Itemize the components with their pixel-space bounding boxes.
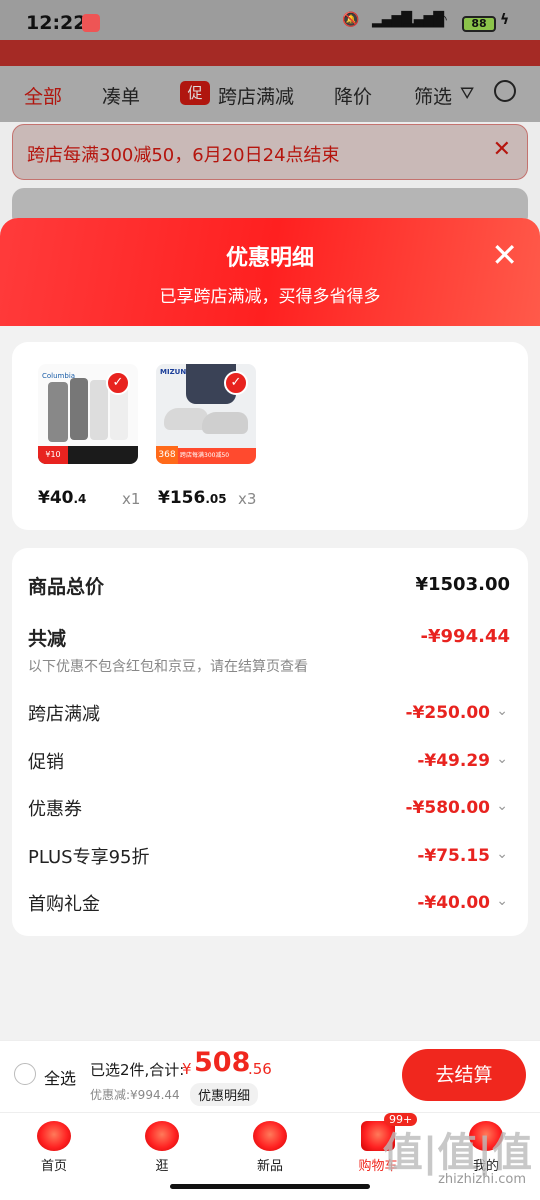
select-all-label[interactable]: 全选: [44, 1065, 76, 1089]
watermark-url: zhizhizhi.com: [438, 1172, 526, 1187]
chevron-down-icon[interactable]: ⌄: [496, 893, 508, 909]
sock-image: [48, 382, 68, 442]
price-int: ¥156: [158, 488, 206, 508]
discount-detail-button[interactable]: 优惠明细: [190, 1083, 259, 1106]
promo-text: 跨店每满300减50，6月20日24点结束: [27, 145, 340, 166]
tab-new[interactable]: 新品: [216, 1113, 324, 1185]
total-decimal: .56: [248, 1060, 272, 1078]
tab-home[interactable]: 首页: [0, 1113, 108, 1185]
promo-banner: 跨店每满300减50，6月20日24点结束 ✕: [12, 124, 528, 180]
price-int: ¥40: [38, 488, 74, 508]
discount-item-value[interactable]: -¥580.00: [406, 798, 491, 818]
chevron-down-icon[interactable]: ⌄: [496, 798, 508, 814]
discount-item-value[interactable]: -¥49.29: [417, 751, 490, 771]
discount-item-value[interactable]: -¥40.00: [417, 893, 490, 913]
selected-check-icon[interactable]: ✓: [224, 371, 248, 395]
discount-item-label: 优惠券: [28, 799, 82, 820]
price-dec: .05: [205, 492, 227, 506]
price-dec: .4: [73, 492, 87, 506]
total-label: 商品总价: [28, 576, 105, 598]
tab-label: 首页: [40, 1159, 67, 1174]
tab-cross-store[interactable]: 跨店满减: [218, 82, 294, 109]
status-time: 12:22: [26, 12, 87, 34]
tab-all[interactable]: 全部: [24, 82, 62, 109]
selected-summary: 已选2件,合计:: [90, 1061, 185, 1079]
wifi-icon: ◠: [436, 12, 447, 28]
product-list: Columbia ¥10 ✓ ¥40.4 x1 MIZUNO 368 跨店每满3…: [12, 342, 528, 530]
discount-item-label: 促销: [28, 752, 64, 773]
discount-item-label: PLUS专享95折: [28, 847, 150, 868]
price-tag: 368: [156, 446, 178, 464]
tab-price-drop[interactable]: 降价: [334, 82, 372, 109]
sheet-subtitle: 已享跨店满减，买得多省得多: [159, 287, 381, 307]
header-strip: [0, 40, 540, 66]
sheet-title: 优惠明细: [225, 246, 314, 271]
price-tag: ¥10: [38, 446, 68, 464]
discount-item-value[interactable]: -¥250.00: [406, 703, 491, 723]
tab-combine[interactable]: 凑单: [102, 82, 140, 109]
product-qty: x3: [238, 490, 257, 508]
checkout-button[interactable]: 去结算: [402, 1049, 526, 1101]
close-icon[interactable]: ✕: [493, 137, 511, 162]
new-icon: [253, 1121, 287, 1151]
discount-detail-sheet: 优惠明细 已享跨店满减，买得多省得多 ✕ Columbia ¥10 ✓ ¥40.…: [0, 218, 540, 1048]
chevron-down-icon[interactable]: ⌄: [496, 751, 508, 767]
browse-icon: [145, 1121, 179, 1151]
watermark: 值|值|值: [382, 1130, 532, 1176]
select-all-radio[interactable]: [14, 1063, 36, 1085]
battery-icon: 88: [462, 16, 496, 32]
product-price: ¥156.05: [158, 488, 227, 508]
shoe-image: [202, 412, 248, 434]
discount-note: 以下优惠不包含红包和京豆，请在结算页查看: [28, 659, 308, 675]
currency-symbol: ¥: [182, 1060, 192, 1078]
mute-icon: 🔕: [342, 12, 360, 28]
search-icon[interactable]: [494, 80, 516, 102]
product-price: ¥40.4: [38, 488, 86, 508]
app-notification-icon: [82, 14, 100, 32]
product-qty: x1: [122, 490, 141, 508]
tab-label: 逛: [155, 1159, 169, 1174]
tab-filter[interactable]: 筛选: [414, 82, 452, 109]
chevron-down-icon[interactable]: ⌄: [496, 703, 508, 719]
sheet-header: 优惠明细 已享跨店满减，买得多省得多 ✕: [0, 218, 540, 326]
discount-item-label: 首购礼金: [28, 894, 100, 915]
filter-icon[interactable]: ⛛: [460, 84, 474, 104]
sock-image: [90, 380, 108, 440]
home-icon: [37, 1121, 71, 1151]
tab-label: 新品: [256, 1159, 283, 1174]
charging-icon: ϟ: [500, 12, 510, 28]
close-icon[interactable]: ✕: [491, 236, 518, 274]
discount-value: -¥994.44: [420, 626, 510, 647]
checkout-bar: 全选 已选2件,合计: ¥ 508 .56 优惠减:¥994.44 优惠明细 去…: [0, 1040, 540, 1112]
sock-image: [70, 378, 88, 440]
discount-label: 共减: [28, 628, 67, 650]
discount-item-label: 跨店满减: [28, 704, 100, 725]
price-summary: 商品总价 ¥1503.00 共减 -¥994.44 以下优惠不包含红包和京豆，请…: [12, 548, 528, 936]
promo-badge: 促: [180, 81, 210, 105]
home-indicator[interactable]: [170, 1184, 370, 1189]
total-value: ¥1503.00: [415, 574, 510, 595]
saved-amount: 优惠减:¥994.44: [90, 1088, 180, 1102]
promo-strip-text: 跨店每满300减50: [180, 452, 230, 459]
selected-check-icon[interactable]: ✓: [106, 371, 130, 395]
total-amount: 508: [194, 1047, 251, 1078]
discount-item-value[interactable]: -¥75.15: [417, 846, 490, 866]
tab-browse[interactable]: 逛: [108, 1113, 216, 1185]
chevron-down-icon[interactable]: ⌄: [496, 846, 508, 862]
